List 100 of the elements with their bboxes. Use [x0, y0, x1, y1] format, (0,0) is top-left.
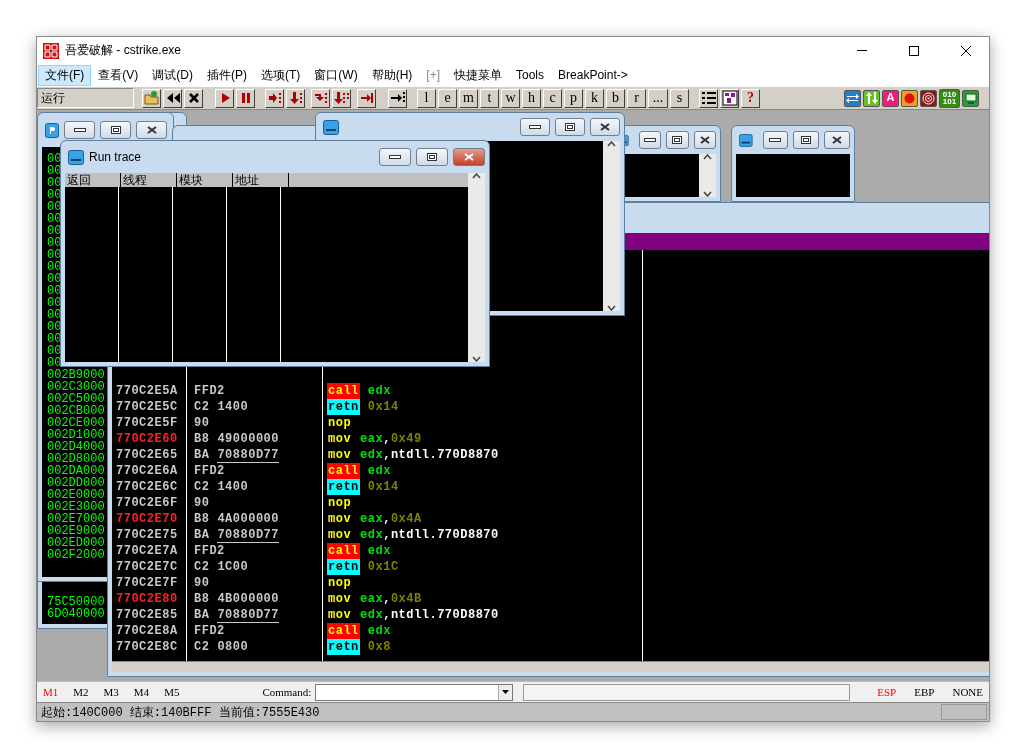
scrollbar[interactable]	[112, 661, 989, 672]
letter-button[interactable]: s	[670, 88, 689, 108]
menu-item[interactable]: BreakPoint->	[551, 64, 635, 86]
hex-cell: 90	[194, 496, 210, 510]
mark-button[interactable]: M1	[43, 686, 66, 698]
scrollbar[interactable]	[699, 154, 716, 197]
register-button[interactable]: ESP	[877, 686, 897, 698]
letter-button[interactable]: h	[522, 88, 541, 108]
maximize-button[interactable]	[555, 118, 585, 136]
letter-button[interactable]: A	[882, 89, 899, 107]
toolbar-button[interactable]	[184, 88, 203, 108]
address-cell-text: 770C2E60	[115, 432, 179, 446]
operands: 0x8	[367, 640, 391, 654]
mnemonic: retn	[327, 399, 360, 415]
toolbar-button[interactable]	[357, 88, 376, 108]
menu-item[interactable]: Tools	[509, 64, 552, 86]
minimize-button[interactable]	[64, 121, 95, 139]
status-text: 起始:140C000 结束:140BFFF 当前值:7555E430	[41, 704, 321, 721]
help-button[interactable]: ?	[741, 88, 760, 108]
monitor-button[interactable]	[962, 89, 979, 107]
status-field: 运行	[37, 88, 134, 108]
swap-button[interactable]	[844, 89, 861, 107]
maximize-button[interactable]	[666, 131, 689, 149]
memory-address: 002B9000	[47, 369, 105, 381]
minimize-button[interactable]	[638, 131, 662, 149]
register-button[interactable]: NONE	[952, 686, 983, 698]
menu-item[interactable]: 文件(F)	[38, 64, 92, 86]
windows-icon	[721, 90, 738, 106]
letter-button[interactable]: w	[501, 88, 520, 108]
close-button[interactable]	[693, 131, 716, 149]
letter-button[interactable]: b	[606, 88, 625, 108]
menu-item[interactable]: 查看(V)	[91, 64, 146, 86]
letter-button[interactable]: c	[543, 88, 562, 108]
minimize-button[interactable]	[379, 148, 411, 166]
letter-button[interactable]: m	[459, 88, 478, 108]
menu-item[interactable]: 选项(T)	[254, 64, 308, 86]
mnemonic: mov	[327, 431, 353, 447]
menu-item[interactable]: 窗口(W)	[307, 64, 365, 86]
toolbar-button[interactable]	[720, 88, 739, 108]
letter-button[interactable]: r	[627, 88, 646, 108]
menu-item[interactable]: 帮助(H)	[364, 64, 420, 86]
mark-button[interactable]: M4	[133, 686, 157, 698]
address-cell-text: 770C2E5C	[115, 400, 179, 414]
toolbar-button[interactable]	[286, 88, 305, 108]
mark-button[interactable]: M2	[73, 686, 96, 698]
toolbar-button[interactable]	[236, 88, 255, 108]
address-cell-text: 770C2E6F	[115, 496, 179, 510]
maximize-button[interactable]	[100, 121, 131, 139]
window-icon	[323, 119, 339, 135]
maximize-button[interactable]	[793, 131, 820, 149]
menu-item[interactable]: 调试(D)	[145, 64, 200, 86]
minimize-icon	[769, 138, 782, 142]
column-header[interactable]: 线程	[121, 173, 177, 187]
menu-item[interactable]: 插件(P)	[200, 64, 254, 86]
register-button[interactable]: EBP	[914, 686, 935, 698]
scrollbar[interactable]	[468, 173, 485, 362]
scrollbar[interactable]	[603, 141, 620, 311]
memory-address: 002E3000	[47, 501, 105, 513]
close-button[interactable]	[590, 118, 620, 136]
letter-button[interactable]: l	[417, 88, 436, 108]
letter-button[interactable]: ...	[648, 88, 668, 108]
up-down-button[interactable]	[863, 89, 880, 107]
column-header[interactable]: 模块	[177, 173, 233, 187]
close-button[interactable]	[136, 121, 167, 139]
mnemonic: mov	[327, 527, 353, 543]
column-header[interactable]: 返回	[65, 173, 121, 187]
dropdown-button[interactable]	[498, 684, 513, 700]
close-button[interactable]	[453, 148, 485, 166]
target-button[interactable]	[920, 89, 937, 107]
letter-button[interactable]: k	[585, 88, 604, 108]
mnemonic: nop	[327, 575, 353, 591]
maximize-button[interactable]	[416, 148, 448, 166]
menu-item[interactable]: 快捷菜单	[447, 64, 509, 86]
mark-button[interactable]: M3	[103, 686, 126, 698]
minimize-button[interactable]	[520, 118, 550, 136]
toolbar-button[interactable]	[265, 88, 284, 108]
toolbar-button[interactable]	[215, 88, 234, 108]
column-header[interactable]: 地址	[233, 173, 289, 187]
toolbar-button[interactable]	[142, 88, 161, 108]
binary-button[interactable]: 010 101	[939, 88, 960, 108]
toolbar-button[interactable]	[388, 88, 407, 108]
letter-button[interactable]: t	[480, 88, 499, 108]
hex-cell: B8	[194, 592, 210, 606]
mnemonic: retn	[327, 559, 360, 575]
letter-button[interactable]: p	[564, 88, 583, 108]
close-button[interactable]	[824, 131, 850, 149]
address-cell-text: 770C2E80	[115, 592, 179, 606]
toolbar-button[interactable]	[163, 88, 182, 108]
toolbar-button[interactable]	[332, 88, 351, 108]
toolbar-button[interactable]	[311, 88, 330, 108]
command-field[interactable]	[315, 683, 514, 701]
hex-cell: FFD2	[194, 624, 225, 638]
toolbar-button[interactable]	[699, 88, 718, 108]
letter-button[interactable]: e	[438, 88, 457, 108]
hex-cell: 1400	[217, 480, 249, 494]
record-button[interactable]	[901, 89, 918, 107]
mark-button[interactable]: M5	[164, 686, 187, 698]
window-icon	[739, 132, 753, 148]
window-icon	[68, 149, 84, 165]
minimize-button[interactable]	[762, 131, 789, 149]
